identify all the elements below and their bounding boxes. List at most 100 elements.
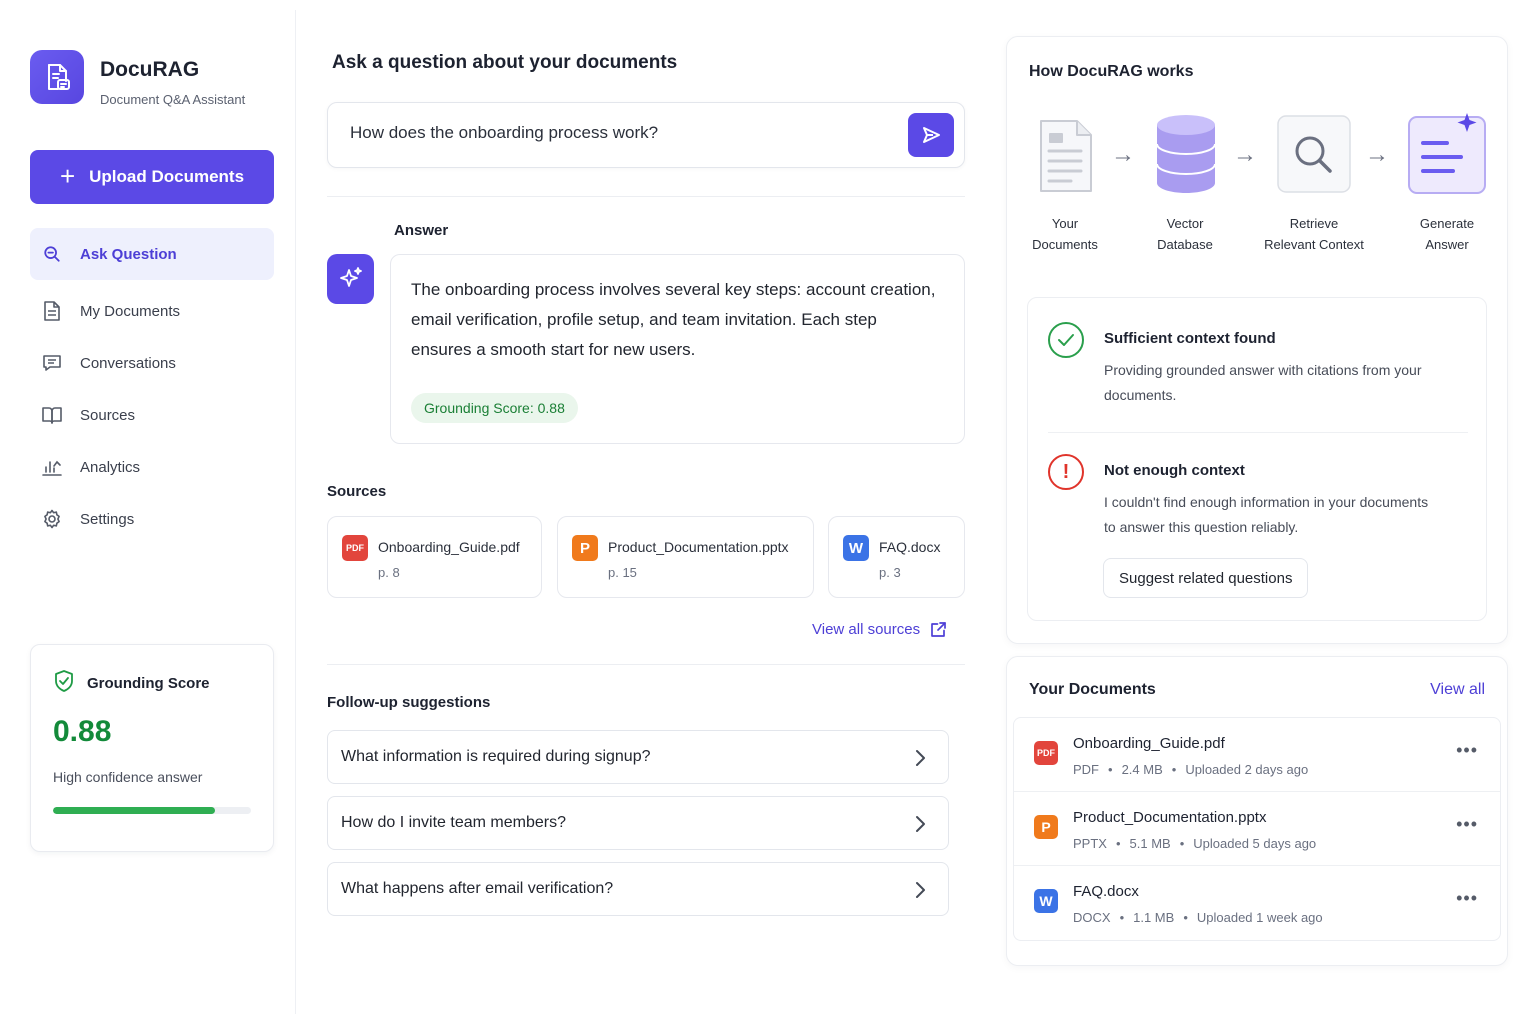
source-file-name: FAQ.docx: [879, 539, 941, 555]
separator: •: [1108, 762, 1113, 777]
separator: •: [1115, 836, 1121, 851]
question-input[interactable]: [350, 123, 890, 143]
ai-sparkle-icon: [327, 254, 374, 304]
document-name: Onboarding_Guide.pdf: [1073, 735, 1225, 752]
more-options-icon[interactable]: •••: [1456, 888, 1478, 909]
sufficient-context-desc: Providing grounded answer with citations…: [1104, 362, 1422, 403]
source-card[interactable]: W FAQ.docx p. 3: [828, 516, 965, 598]
how-it-works-title: How DocuRAG works: [1029, 63, 1194, 80]
step-line2: Documents: [1032, 237, 1098, 252]
answer-card: The onboarding process involves several …: [390, 254, 965, 444]
step-your-documents: Your Documents: [1015, 213, 1115, 255]
step-vector-database: Vector Database: [1135, 213, 1235, 255]
sidebar-item-ask-question[interactable]: Ask Question: [30, 228, 274, 280]
more-options-icon[interactable]: •••: [1456, 814, 1478, 835]
chevron-right-icon: [916, 750, 925, 766]
chevron-right-icon: [916, 882, 925, 898]
list-item[interactable]: PDF Onboarding_Guide.pdf PDF • 2.4 MB • Uplo…: [1014, 718, 1500, 792]
chat-icon: [42, 353, 62, 373]
brand: DocuRAG Document Q&A Assistant: [30, 50, 245, 107]
upload-documents-label: Upload Documents: [89, 167, 245, 186]
step-line2: Relevant Context: [1264, 237, 1364, 252]
document-name: FAQ.docx: [1073, 883, 1139, 900]
sidebar-nav: Ask Question My Documents Conversations …: [30, 228, 274, 545]
docurag-logo-icon: [30, 50, 84, 104]
check-circle-icon: [1048, 322, 1084, 358]
your-documents-panel: Your Documents View all PDF Onboarding_G…: [1006, 656, 1508, 966]
view-all-sources-link[interactable]: View all sources: [812, 621, 947, 638]
app-subtitle: Document Q&A Assistant: [100, 92, 246, 107]
shield-check-icon: [53, 669, 75, 697]
sidebar-item-label: My Documents: [80, 302, 181, 320]
separator: •: [1171, 762, 1177, 777]
step-generate-answer: Generate Answer: [1397, 213, 1497, 255]
grounding-score-card: Grounding Score 0.88 High confidence ans…: [30, 644, 274, 852]
send-button[interactable]: [908, 113, 954, 157]
followup-text: What happens after email verification?: [341, 880, 614, 897]
divider: [327, 196, 965, 197]
list-item[interactable]: W FAQ.docx DOCX • 1.1 MB • Uploaded 1 week a…: [1014, 866, 1500, 940]
source-page: p. 15: [608, 565, 637, 580]
page-title: Ask a question about your documents: [332, 52, 678, 73]
sidebar-item-settings[interactable]: Settings: [30, 493, 274, 545]
view-all-sources-label: View all sources: [812, 621, 921, 638]
sidebar-item-my-documents[interactable]: My Documents: [30, 285, 274, 337]
document-uploaded: Uploaded 5 days ago: [1193, 836, 1317, 851]
document-uploaded: Uploaded 1 week ago: [1196, 910, 1323, 925]
sidebar: DocuRAG Document Q&A Assistant + Upload …: [10, 10, 296, 1014]
source-card[interactable]: PDF Onboarding_Guide.pdf p. 8: [327, 516, 542, 598]
not-enough-context-title: Not enough context: [1104, 462, 1245, 479]
document-name: Product_Documentation.pptx: [1073, 809, 1267, 826]
pptx-file-icon: P: [572, 535, 598, 561]
step-line2: Answer: [1425, 237, 1469, 252]
divider: [1048, 432, 1468, 433]
document-size: 1.1 MB: [1133, 910, 1175, 925]
followup-text: What information is required during sign…: [341, 748, 651, 765]
sidebar-item-conversations[interactable]: Conversations: [30, 337, 274, 389]
suggest-related-questions-button[interactable]: Suggest related questions: [1103, 558, 1309, 598]
sufficient-context-title: Sufficient context found: [1104, 330, 1276, 347]
send-icon: [923, 127, 940, 143]
magnifier-icon: [1277, 115, 1351, 198]
step-line1: Vector: [1166, 216, 1204, 231]
step-line2: Database: [1157, 237, 1213, 252]
database-icon: [1155, 113, 1217, 200]
followup-text: How do I invite team members?: [341, 814, 566, 831]
grounding-score-value: 0.88: [53, 715, 112, 748]
view-all-documents-link[interactable]: View all: [1430, 681, 1485, 699]
followup-suggestion[interactable]: What information is required during sign…: [327, 730, 949, 784]
step-retrieve-context: Retrieve Relevant Context: [1253, 213, 1375, 255]
grounding-score-title: Grounding Score: [87, 674, 210, 692]
your-documents-title: Your Documents: [1029, 681, 1156, 698]
source-card[interactable]: P Product_Documentation.pptx p. 15: [557, 516, 814, 598]
followup-label: Follow-up suggestions: [327, 694, 491, 711]
list-item[interactable]: P Product_Documentation.pptx PPTX • 5.1 MB…: [1014, 792, 1500, 866]
separator: •: [1119, 910, 1125, 925]
gear-icon: [42, 509, 62, 529]
sidebar-item-analytics[interactable]: Analytics: [30, 441, 274, 493]
source-file-name: Onboarding_Guide.pdf: [378, 539, 520, 555]
source-page: p. 3: [879, 565, 901, 580]
main-content: Ask a question about your documents Answ…: [296, 0, 988, 1024]
grounding-score-chip: Grounding Score: 0.88: [411, 393, 578, 423]
docx-file-icon: W: [1034, 889, 1058, 913]
document-stack-icon: [1037, 117, 1095, 200]
followup-suggestion[interactable]: What happens after email verification?: [327, 862, 949, 916]
upload-documents-button[interactable]: + Upload Documents: [30, 150, 274, 204]
more-options-icon[interactable]: •••: [1456, 740, 1478, 761]
how-it-works-panel: How DocuRAG works Your Documents → Vecto…: [1006, 36, 1508, 644]
step-line1: Your: [1051, 216, 1079, 231]
sidebar-item-sources[interactable]: Sources: [30, 389, 274, 441]
sidebar-item-label: Ask Question: [80, 245, 177, 263]
arrow-right-icon: →: [1233, 141, 1257, 168]
book-icon: [42, 405, 62, 425]
document-size: 2.4 MB: [1121, 762, 1163, 777]
sources-label: Sources: [327, 483, 387, 500]
separator: •: [1179, 836, 1185, 851]
not-enough-context-desc: I couldn't find enough information in yo…: [1104, 494, 1429, 535]
app-title: DocuRAG: [100, 58, 200, 81]
step-line1: Generate: [1419, 216, 1475, 231]
grounding-score-progress-fill: [53, 807, 216, 814]
followup-suggestion[interactable]: How do I invite team members?: [327, 796, 949, 850]
question-box: [327, 102, 965, 168]
